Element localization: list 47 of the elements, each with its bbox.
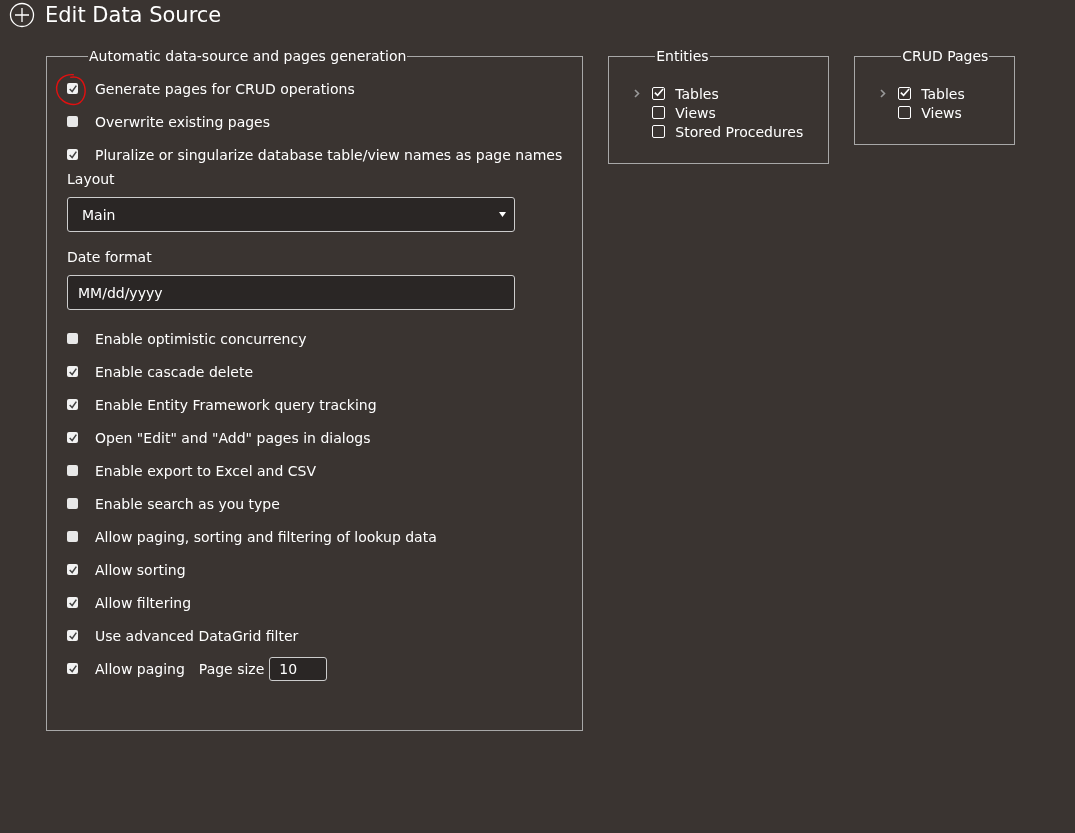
checkbox[interactable]: [67, 498, 78, 509]
option-label: Enable search as you type: [95, 495, 280, 512]
option-label: Allow paging, sorting and filtering of lookup data: [95, 528, 437, 545]
option-label: Pluralize or singularize database table/view names as page names: [95, 146, 563, 163]
tree-item-label[interactable]: Views: [921, 104, 962, 121]
tree-item-label[interactable]: Tables: [675, 85, 719, 102]
checkbox[interactable]: [67, 116, 78, 127]
chevron-icon[interactable]: [880, 89, 887, 98]
checkbox[interactable]: [67, 333, 78, 344]
option-label: Allow filtering: [95, 594, 192, 611]
page-size-field[interactable]: 10: [269, 656, 328, 681]
checkbox[interactable]: [67, 149, 78, 160]
field-label: Date format: [67, 249, 153, 265]
option-label: Enable export to Excel and CSV: [95, 462, 316, 479]
checkbox[interactable]: [67, 83, 78, 94]
checkbox[interactable]: [67, 399, 78, 410]
checkbox[interactable]: [67, 630, 78, 641]
option-label: Enable Entity Framework query tracking: [95, 396, 377, 413]
panel-legend: Entities: [655, 48, 710, 64]
checkbox[interactable]: [67, 366, 78, 377]
option-label: Overwrite existing pages: [95, 113, 270, 130]
option-label: Use advanced DataGrid filter: [95, 627, 299, 644]
checkbox[interactable]: [67, 531, 78, 542]
layout-dropdown[interactable]: Main: [67, 197, 515, 232]
caret-icon: [499, 212, 506, 217]
add-circle-icon[interactable]: [9, 2, 35, 28]
tree-item-label[interactable]: Views: [675, 104, 716, 121]
checkbox[interactable]: [67, 432, 78, 443]
field-label: Layout: [67, 171, 116, 187]
option-label: Open "Edit" and "Add" pages in dialogs: [95, 429, 371, 446]
panel-legend: CRUD Pages: [901, 48, 990, 64]
tree-item-label[interactable]: Tables: [921, 85, 965, 102]
date-format-field[interactable]: MM/dd/yyyy: [67, 275, 515, 310]
panel-legend: Automatic data-source and pages generation: [88, 48, 408, 64]
checkbox[interactable]: [67, 597, 78, 608]
page-title: Edit Data Source: [45, 3, 222, 27]
option-label: Allow paging: [95, 660, 185, 677]
checkbox[interactable]: [67, 465, 78, 476]
option-label: Allow sorting: [95, 561, 186, 578]
option-label: Enable cascade delete: [95, 363, 254, 380]
chevron-icon[interactable]: [634, 89, 641, 98]
checkbox[interactable]: [67, 564, 78, 575]
option-label: Enable optimistic concurrency: [95, 330, 307, 347]
checkbox[interactable]: [67, 663, 78, 674]
page-size-label: Page size: [198, 660, 265, 677]
tree-item-label[interactable]: Stored Procedures: [675, 123, 804, 140]
option-label: Generate pages for CRUD operations: [95, 80, 355, 97]
